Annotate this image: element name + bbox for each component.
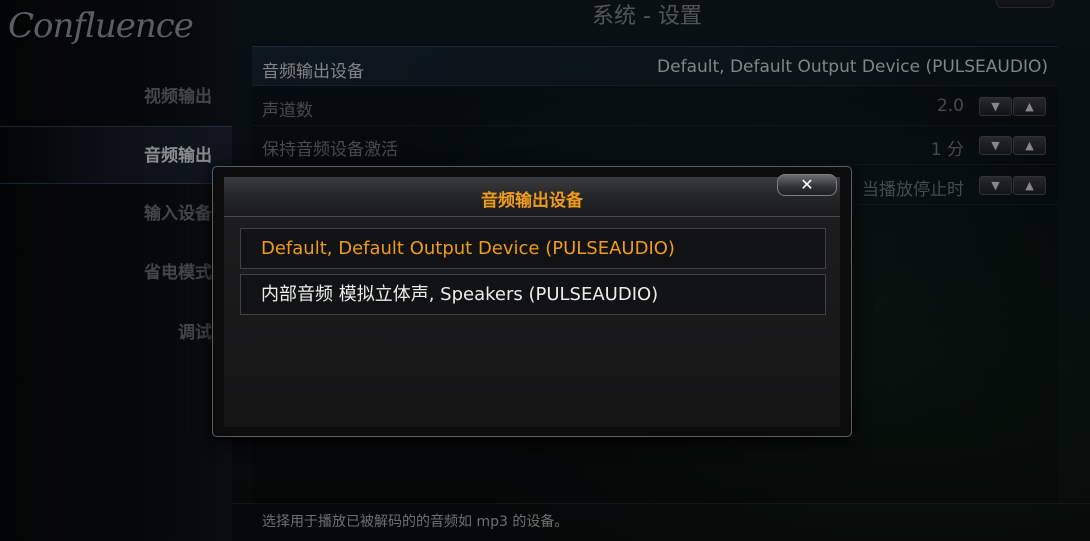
- dialog-option-default-device[interactable]: Default, Default Output Device (PULSEAUD…: [240, 228, 826, 269]
- dialog-header: 音频输出设备 ✕: [224, 174, 840, 217]
- close-icon: ✕: [800, 175, 814, 194]
- dialog-title: 音频输出设备: [481, 191, 583, 211]
- close-button[interactable]: ✕: [777, 174, 837, 196]
- dialog-option-speakers[interactable]: 内部音频 模拟立体声, Speakers (PULSEAUDIO): [240, 274, 826, 315]
- dialog-body: 音频输出设备 ✕ Default, Default Output Device …: [224, 174, 840, 427]
- audio-device-dialog: 音频输出设备 ✕ Default, Default Output Device …: [212, 166, 852, 437]
